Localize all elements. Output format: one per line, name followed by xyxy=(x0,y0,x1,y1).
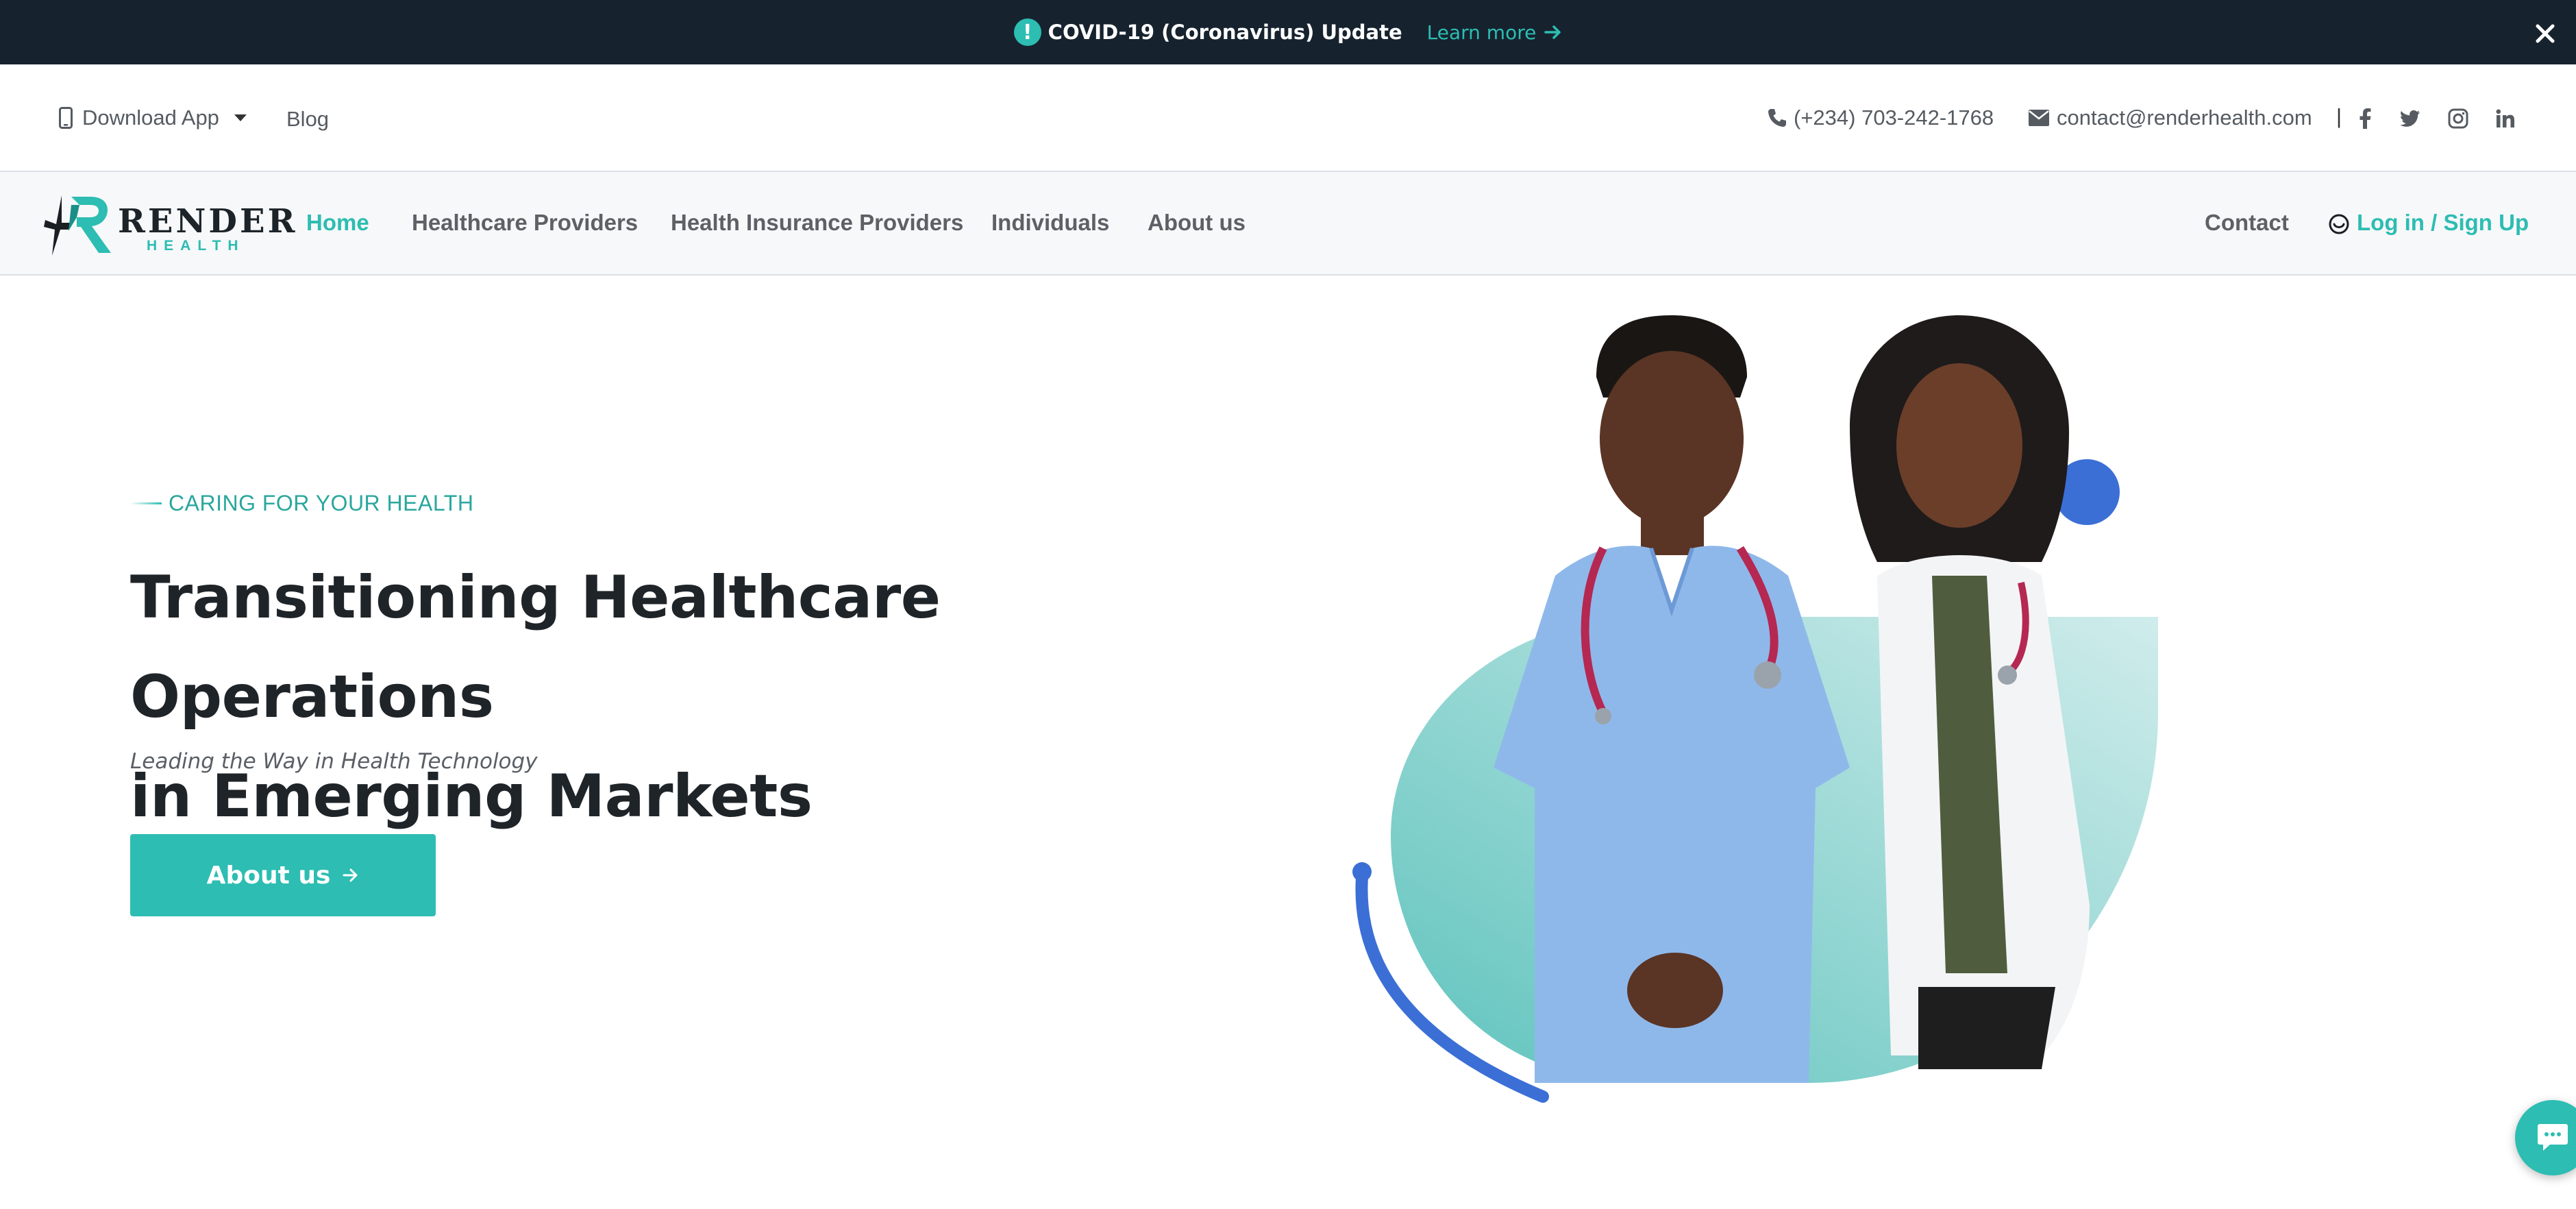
eyebrow-line xyxy=(130,502,162,504)
hero-title-line-1: Transitioning Healthcare Operations xyxy=(130,563,941,731)
contact-email[interactable]: contact@renderhealth.com xyxy=(2028,106,2312,130)
nav-item-home[interactable]: Home xyxy=(306,210,369,236)
logo-wordmark: RENDER xyxy=(118,202,298,241)
blog-link[interactable]: Blog xyxy=(286,107,329,132)
envelope-icon xyxy=(2029,110,2049,126)
logo-mark-icon xyxy=(44,195,111,256)
twitter-icon[interactable] xyxy=(2400,108,2420,129)
doctors-illustration xyxy=(1352,315,2158,1103)
download-app-label: Download App xyxy=(82,106,219,130)
hero-subtitle: Leading the Way in Health Technology xyxy=(130,749,538,774)
nav-item-health-insurance-providers[interactable]: Health Insurance Providers xyxy=(671,210,963,236)
nav-item-about-us[interactable]: About us xyxy=(1148,210,1246,236)
arrow-right-icon xyxy=(343,868,358,882)
nav-item-contact[interactable]: Contact xyxy=(2205,210,2289,236)
hero-eyebrow: CARING FOR YOUR HEALTH xyxy=(130,491,473,516)
nav-item-individuals[interactable]: Individuals xyxy=(991,210,1109,236)
render-health-logo[interactable]: RENDER HEALTH xyxy=(41,190,295,258)
login-signup-link[interactable]: Log in / Sign Up xyxy=(2327,210,2529,236)
mobile-phone-icon xyxy=(59,107,73,129)
learn-more-link[interactable]: Learn more xyxy=(1427,21,1563,44)
main-navigation: RENDER HEALTH Home Healthcare Providers … xyxy=(0,172,2576,276)
phone-icon xyxy=(1768,109,1786,127)
instagram-icon[interactable] xyxy=(2448,108,2468,129)
exclamation-icon: ! xyxy=(1013,19,1041,46)
learn-more-label: Learn more xyxy=(1426,21,1537,44)
hero-eyebrow-text: CARING FOR YOUR HEALTH xyxy=(169,491,474,515)
arrow-right-icon xyxy=(1544,25,1561,39)
email-address: contact@renderhealth.com xyxy=(2057,106,2312,130)
male-doctor-figure xyxy=(1494,315,1850,1083)
chat-bubble-icon xyxy=(2538,1124,2568,1151)
chevron-down-icon xyxy=(234,114,247,121)
blue-dot-small xyxy=(1352,862,1372,881)
download-app-dropdown[interactable]: Download App xyxy=(59,106,247,130)
hero-title: Transitioning Healthcare Operations in E… xyxy=(130,548,1267,846)
about-us-button-label: About us xyxy=(206,861,331,890)
nav-item-healthcare-providers[interactable]: Healthcare Providers xyxy=(412,210,638,236)
covid-banner-title: COVID-19 (Coronavirus) Update xyxy=(1048,21,1402,44)
linkedin-icon[interactable] xyxy=(2495,108,2516,129)
login-signup-label: Log in / Sign Up xyxy=(2357,210,2529,235)
close-icon[interactable] xyxy=(2535,23,2555,44)
contact-phone[interactable]: (+234) 703-242-1768 xyxy=(1766,106,1994,130)
divider: | xyxy=(2336,104,2342,128)
phone-number: (+234) 703-242-1768 xyxy=(1794,106,1994,130)
about-us-button[interactable]: About us xyxy=(130,834,436,916)
logo-subtext: HEALTH xyxy=(147,238,245,254)
top-info-bar: Download App Blog (+234) 703-242-1768 co… xyxy=(0,64,2576,172)
chat-widget-button[interactable] xyxy=(2515,1100,2576,1175)
smile-icon xyxy=(2329,214,2349,234)
covid-banner: ! COVID-19 (Coronavirus) Update Learn mo… xyxy=(0,0,2576,64)
facebook-icon[interactable] xyxy=(2355,108,2375,129)
